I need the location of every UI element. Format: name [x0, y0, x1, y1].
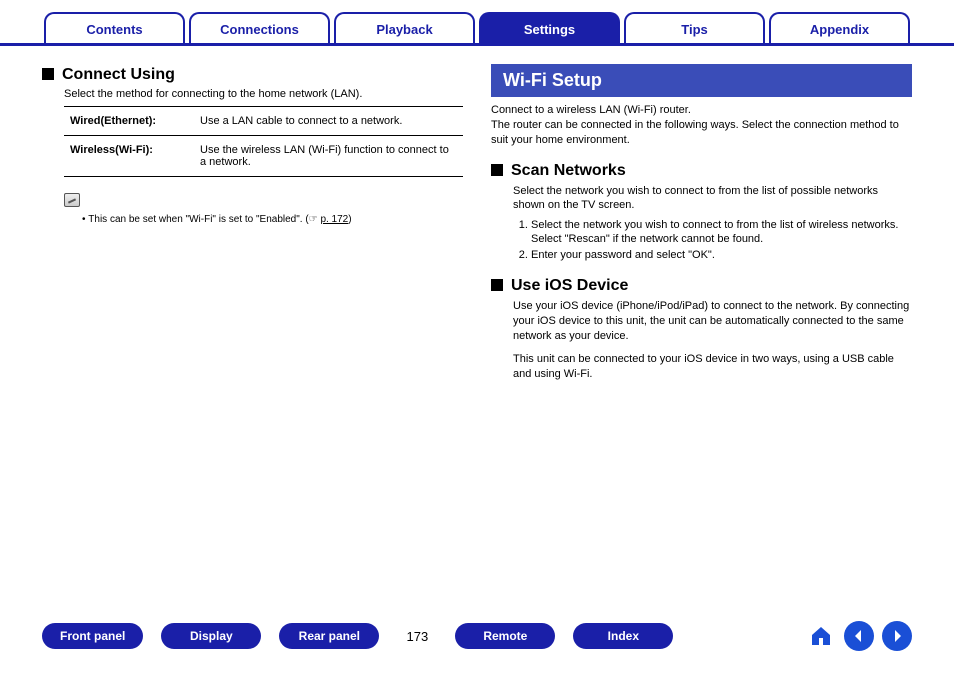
ios-para1: Use your iOS device (iPhone/iPod/iPad) t…	[513, 299, 912, 344]
ios-para2: This unit can be connected to your iOS d…	[513, 352, 912, 382]
list-item: Select the network you wish to connect t…	[531, 219, 912, 245]
tab-playback[interactable]: Playback	[334, 12, 475, 43]
next-page-icon[interactable]	[882, 621, 912, 651]
tab-contents[interactable]: Contents	[44, 12, 185, 43]
wifi-intro: Connect to a wireless LAN (Wi-Fi) router…	[491, 103, 912, 148]
list-item: Enter your password and select "OK".	[531, 249, 912, 261]
index-button[interactable]: Index	[573, 623, 673, 649]
note-text: • This can be set when "Wi-Fi" is set to…	[82, 214, 463, 225]
intro-line1: Connect to a wireless LAN (Wi-Fi) router…	[491, 104, 691, 116]
square-bullet-icon	[42, 68, 54, 80]
heading-connect-using: Connect Using	[42, 66, 463, 84]
rear-panel-button[interactable]: Rear panel	[279, 623, 379, 649]
tab-connections[interactable]: Connections	[189, 12, 330, 43]
home-icon[interactable]	[806, 621, 836, 651]
table-val: Use a LAN cable to connect to a network.	[194, 107, 463, 136]
connect-using-desc: Select the method for connecting to the …	[64, 88, 463, 100]
heading-text: Connect Using	[62, 66, 175, 84]
pointer-hand-icon: ☞	[309, 214, 318, 225]
section-banner-wifi-setup: Wi-Fi Setup	[491, 64, 912, 97]
tab-settings[interactable]: Settings	[479, 12, 620, 43]
tab-tips[interactable]: Tips	[624, 12, 765, 43]
prev-page-icon[interactable]	[844, 621, 874, 651]
left-column: Connect Using Select the method for conn…	[42, 64, 463, 389]
pencil-note-icon	[64, 193, 80, 207]
page-number: 173	[397, 629, 437, 644]
square-bullet-icon	[491, 279, 503, 291]
right-column: Wi-Fi Setup Connect to a wireless LAN (W…	[491, 64, 912, 389]
note-prefix: This can be set when "Wi-Fi" is set to "…	[88, 214, 308, 225]
table-val: Use the wireless LAN (Wi-Fi) function to…	[194, 136, 463, 177]
step-text: Select the network you wish to connect t…	[531, 219, 898, 231]
step-text: Enter your password and select "OK".	[531, 249, 715, 261]
remote-button[interactable]: Remote	[455, 623, 555, 649]
table-row: Wired(Ethernet): Use a LAN cable to conn…	[64, 107, 463, 136]
scan-steps: Select the network you wish to connect t…	[513, 219, 912, 261]
page-content: Connect Using Select the method for conn…	[0, 46, 954, 389]
footer-nav: Front panel Display Rear panel 173 Remot…	[0, 621, 954, 651]
tab-appendix[interactable]: Appendix	[769, 12, 910, 43]
note-suffix: )	[348, 214, 351, 225]
display-button[interactable]: Display	[161, 623, 261, 649]
step-extra: Select "Rescan" if the network cannot be…	[531, 233, 912, 245]
square-bullet-icon	[491, 164, 503, 176]
page-link-172[interactable]: p. 172	[320, 214, 348, 225]
front-panel-button[interactable]: Front panel	[42, 623, 143, 649]
table-row: Wireless(Wi-Fi): Use the wireless LAN (W…	[64, 136, 463, 177]
table-key: Wireless(Wi-Fi):	[64, 136, 194, 177]
intro-line2: The router can be connected in the follo…	[491, 119, 899, 146]
heading-scan-networks: Scan Networks	[491, 162, 912, 180]
connect-using-table: Wired(Ethernet): Use a LAN cable to conn…	[64, 106, 463, 177]
heading-text: Scan Networks	[511, 162, 626, 180]
heading-use-ios: Use iOS Device	[491, 277, 912, 295]
scan-desc: Select the network you wish to connect t…	[513, 184, 912, 214]
table-key: Wired(Ethernet):	[64, 107, 194, 136]
heading-text: Use iOS Device	[511, 277, 628, 295]
top-tabs: Contents Connections Playback Settings T…	[0, 0, 954, 46]
nav-icon-group	[806, 621, 912, 651]
